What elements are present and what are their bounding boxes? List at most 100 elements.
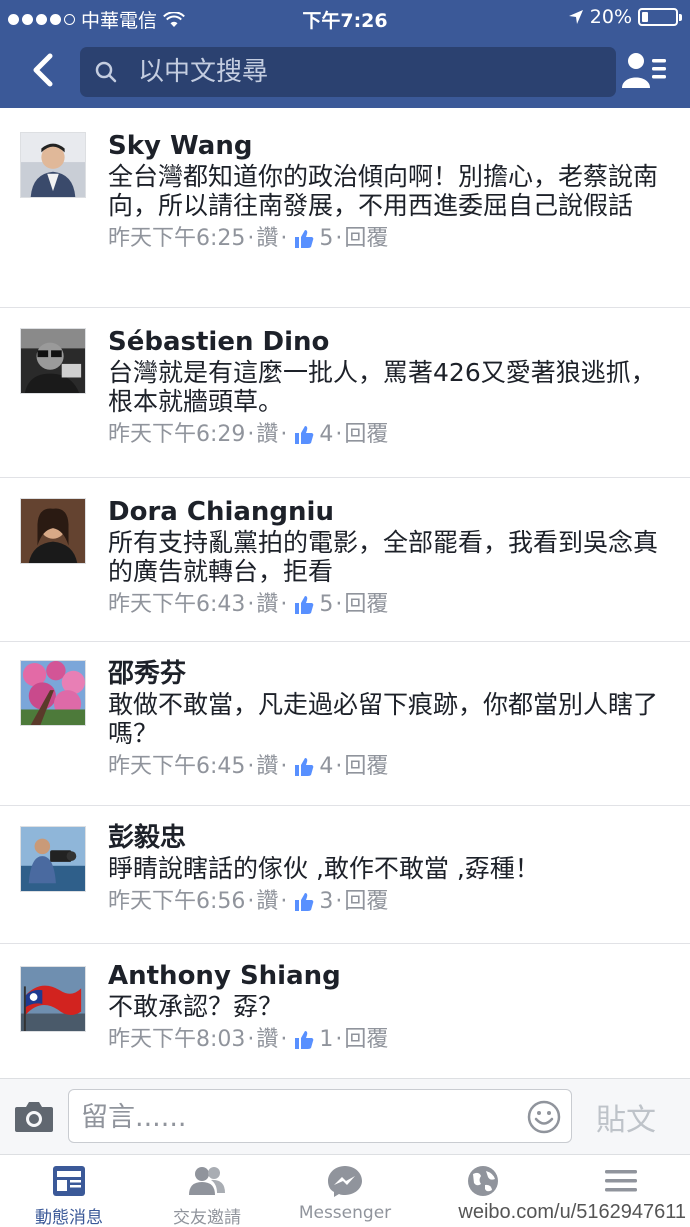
reply-link[interactable]: 回覆	[344, 420, 388, 450]
comment-body: Dora Chiangniu 所有支持亂黨拍的電影，全部罷看，我看到吳念真的廣告…	[108, 496, 672, 620]
camera-icon[interactable]	[14, 1099, 54, 1133]
reply-link[interactable]: 回覆	[344, 1025, 388, 1055]
comment-time[interactable]: 昨天下午8:03	[108, 1025, 245, 1055]
tab-messenger[interactable]: Messenger	[276, 1155, 414, 1227]
comment-author[interactable]: Dora Chiangniu	[108, 496, 672, 528]
comment-author[interactable]: 彭毅忠	[108, 822, 672, 854]
like-count: 5	[319, 226, 334, 251]
globe-icon	[468, 1166, 498, 1196]
comment-author[interactable]: 邵秀芬	[108, 658, 672, 690]
avatar-photo	[21, 967, 85, 1031]
like-count: 3	[319, 889, 334, 914]
status-bar: 中華電信 下午7:26 20%	[0, 0, 690, 36]
like-count: 4	[319, 422, 334, 447]
comment-input-box[interactable]	[68, 1089, 572, 1143]
watermark: weibo.com/u/5162947611	[458, 1201, 686, 1223]
comment-meta: 昨天下午6:29 · 讚 · 4 · 回覆	[108, 420, 672, 450]
comment-meta: 昨天下午6:45 · 讚 · 4 · 回覆	[108, 752, 672, 782]
reply-link[interactable]: 回覆	[344, 590, 388, 620]
avatar[interactable]	[20, 498, 86, 564]
comment-meta: 昨天下午6:43 · 讚 · 5 · 回覆	[108, 590, 672, 620]
avatar-photo	[21, 329, 85, 393]
comment-time[interactable]: 昨天下午6:29	[108, 420, 245, 450]
friends-list-icon[interactable]	[622, 50, 668, 92]
thumbs-up-icon	[295, 1031, 314, 1049]
avatar[interactable]	[20, 328, 86, 394]
reply-link[interactable]: 回覆	[344, 752, 388, 782]
avatar[interactable]	[20, 826, 86, 892]
comment-time[interactable]: 昨天下午6:25	[108, 224, 245, 254]
emoji-smiley-icon[interactable]	[527, 1100, 561, 1134]
thumbs-up-icon	[295, 893, 314, 911]
friend-requests-icon	[189, 1167, 225, 1195]
avatar[interactable]	[20, 660, 86, 726]
like-link[interactable]: 讚	[256, 590, 278, 620]
post-button[interactable]: 貼文	[596, 1095, 656, 1139]
comment-item: Anthony Shiang 不敢承認？孬？ 昨天下午8:03 · 讚 · 1 · 回…	[0, 944, 690, 1078]
search-icon	[95, 61, 117, 83]
tab-friend-requests[interactable]: 交友邀請	[138, 1155, 276, 1227]
avatar-photo	[21, 499, 85, 563]
reply-link[interactable]: 回覆	[344, 224, 388, 254]
back-chevron-icon[interactable]	[28, 50, 58, 90]
avatar[interactable]	[20, 132, 86, 198]
avatar-photo	[21, 827, 85, 891]
comment-text: 不敢承認？孬？	[108, 992, 284, 1021]
comment-text: 全台灣都知道你的政治傾向啊！別擔心，老蔡說南向，所以請往南發展，不用西進委屈自己…	[108, 162, 659, 220]
like-link[interactable]: 讚	[256, 420, 278, 450]
comment-text: 敢做不敢當，凡走過必留下痕跡，你都當別人瞎了嗎？	[108, 690, 659, 748]
like-link[interactable]: 讚	[256, 887, 278, 917]
search-input[interactable]	[138, 57, 616, 87]
comment-text: 睜睛說瞎話的傢伙 ,敢作不敢當 ,孬種！	[108, 854, 540, 883]
comment-time[interactable]: 昨天下午6:56	[108, 887, 245, 917]
status-right: 20%	[568, 6, 682, 28]
battery-icon	[638, 8, 682, 26]
comment-item: Dora Chiangniu 所有支持亂黨拍的電影，全部罷看，我看到吳念真的廣告…	[0, 478, 690, 642]
comment-item: 彭毅忠 睜睛說瞎話的傢伙 ,敢作不敢當 ,孬種！ 昨天下午6:56 · 讚 · 3 ·…	[0, 806, 690, 944]
battery-fill	[642, 12, 648, 22]
menu-icon	[605, 1170, 637, 1192]
comment-meta: 昨天下午8:03 · 讚 · 1 · 回覆	[108, 1025, 672, 1055]
comment-list: Sky Wang 全台灣都知道你的政治傾向啊！別擔心，老蔡說南向，所以請往南發展…	[0, 108, 690, 1078]
comment-item: 邵秀芬 敢做不敢當，凡走過必留下痕跡，你都當別人瞎了嗎？ 昨天下午6:45 · 讚…	[0, 642, 690, 806]
like-count: 4	[319, 754, 334, 779]
comment-time[interactable]: 昨天下午6:45	[108, 752, 245, 782]
like-link[interactable]: 讚	[256, 1025, 278, 1055]
comment-composer: 貼文	[0, 1078, 690, 1154]
comment-author[interactable]: Sébastien Dino	[108, 326, 672, 358]
battery-percent: 20%	[589, 6, 632, 28]
comment-author[interactable]: Anthony Shiang	[108, 960, 672, 992]
comment-text: 所有支持亂黨拍的電影，全部罷看，我看到吳念真的廣告就轉台，拒看	[108, 528, 659, 586]
tab-label: 交友邀請	[173, 1208, 241, 1227]
thumbs-up-icon	[295, 426, 314, 444]
comment-item: Sébastien Dino 台灣就是有這麼一批人，罵著426又愛著狼逃抓，根本…	[0, 308, 690, 478]
tab-label: Messenger	[298, 1203, 392, 1223]
location-arrow-icon	[568, 10, 583, 24]
comment-meta: 昨天下午6:25 · 讚 · 5 · 回覆	[108, 224, 672, 254]
comment-body: 彭毅忠 睜睛說瞎話的傢伙 ,敢作不敢當 ,孬種！ 昨天下午6:56 · 讚 · 3 ·…	[108, 822, 672, 917]
search-bar[interactable]	[80, 47, 616, 97]
comment-time[interactable]: 昨天下午6:43	[108, 590, 245, 620]
comment-body: Sky Wang 全台灣都知道你的政治傾向啊！別擔心，老蔡說南向，所以請往南發展…	[108, 130, 672, 254]
tab-label: 動態消息	[35, 1208, 103, 1227]
avatar-photo	[21, 661, 85, 725]
messenger-icon	[328, 1166, 362, 1197]
avatar[interactable]	[20, 966, 86, 1032]
reply-link[interactable]: 回覆	[344, 887, 388, 917]
comment-author[interactable]: Sky Wang	[108, 130, 672, 162]
avatar-photo	[21, 133, 85, 197]
thumbs-up-icon	[295, 596, 314, 614]
comment-body: Anthony Shiang 不敢承認？孬？ 昨天下午8:03 · 讚 · 1 · 回…	[108, 960, 672, 1055]
like-count: 5	[319, 592, 334, 617]
like-link[interactable]: 讚	[256, 224, 278, 254]
comment-text: 台灣就是有這麼一批人，罵著426又愛著狼逃抓，根本就牆頭草。	[108, 358, 656, 416]
nav-bar	[0, 36, 690, 108]
comment-meta: 昨天下午6:56 · 讚 · 3 · 回覆	[108, 887, 672, 917]
tab-news-feed[interactable]: 動態消息	[0, 1155, 138, 1227]
thumbs-up-icon	[295, 758, 314, 776]
facebook-comments-screen: 中華電信 下午7:26 20% 以中文搜尋 Sky Wang 全台灣都知道你的政…	[0, 0, 690, 1227]
like-link[interactable]: 讚	[256, 752, 278, 782]
comment-body: 邵秀芬 敢做不敢當，凡走過必留下痕跡，你都當別人瞎了嗎？ 昨天下午6:45 · 讚…	[108, 658, 672, 782]
comment-input[interactable]	[81, 1098, 511, 1136]
top-bar: 中華電信 下午7:26 20%	[0, 0, 690, 108]
